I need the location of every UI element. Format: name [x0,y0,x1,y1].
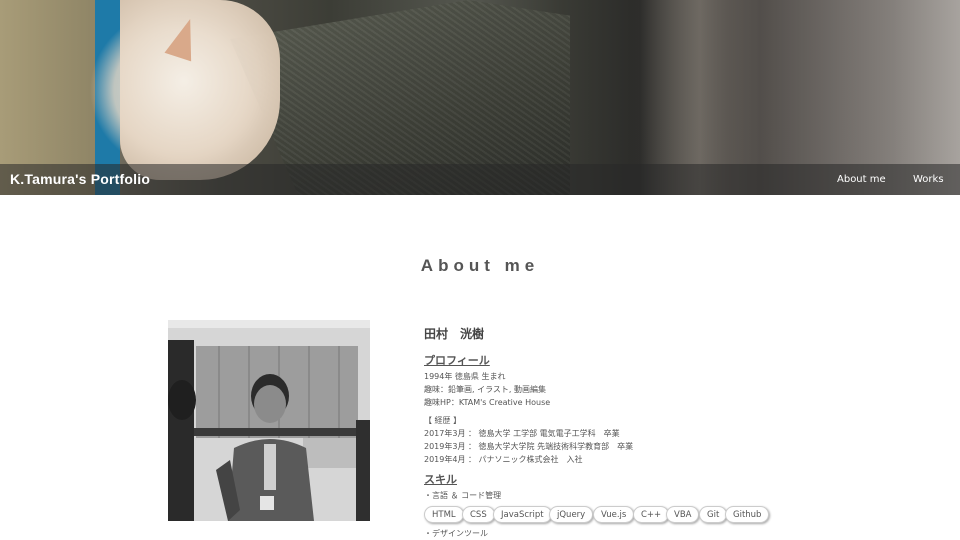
skill-chip-github: Github [725,506,770,523]
skill-chip-jquery: jQuery [549,506,594,523]
career-item: 2017年3月 ： 徳島大学 工学部 電気電子工学科 卒業 [424,429,620,438]
profile-hobbies: 趣味：鉛筆画, イラスト, 動画編集 [424,385,547,394]
skill-heading: スキル [424,473,457,486]
profile-photo [168,320,370,521]
career-heading: 【 経歴 】 [424,416,462,425]
skill-chip-css: CSS [462,506,495,523]
design-tools-label: ・デザインツール [424,529,488,538]
brand-link[interactable]: K.Tamura's Portfolio [10,171,150,187]
section-title-about: About me [420,256,540,275]
skill-language-label: ・言語 ＆ コード管理 [424,491,502,500]
skill-chip-git: Git [699,506,728,523]
skill-chip-javascript: JavaScript [493,506,552,523]
person-name: 田村 洸樹 [424,327,485,341]
hero-banner: K.Tamura's Portfolio About me Works [0,0,960,195]
skill-chip-vuejs: Vue.js [593,506,635,523]
profile-heading: プロフィール [424,354,490,367]
nav-works[interactable]: Works [913,174,944,185]
navbar: K.Tamura's Portfolio About me Works [0,164,960,195]
career-item: 2019年3月 ： 徳島大学大学院 先端技術科学教育部 卒業 [424,442,634,451]
skill-chip-vba: VBA [666,506,700,523]
skill-chip-html: HTML [424,506,464,523]
profile-hobby-hp: 趣味HP：KTAM's Creative House [424,398,551,407]
skill-chip-cpp: C++ [633,506,670,523]
nav-about-me[interactable]: About me [837,174,886,185]
career-item: 2019年4月 ： パナソニック株式会社 入社 [424,455,583,464]
profile-birth: 1994年 徳島県 生まれ [424,372,506,381]
profile-photo-image [168,320,370,521]
